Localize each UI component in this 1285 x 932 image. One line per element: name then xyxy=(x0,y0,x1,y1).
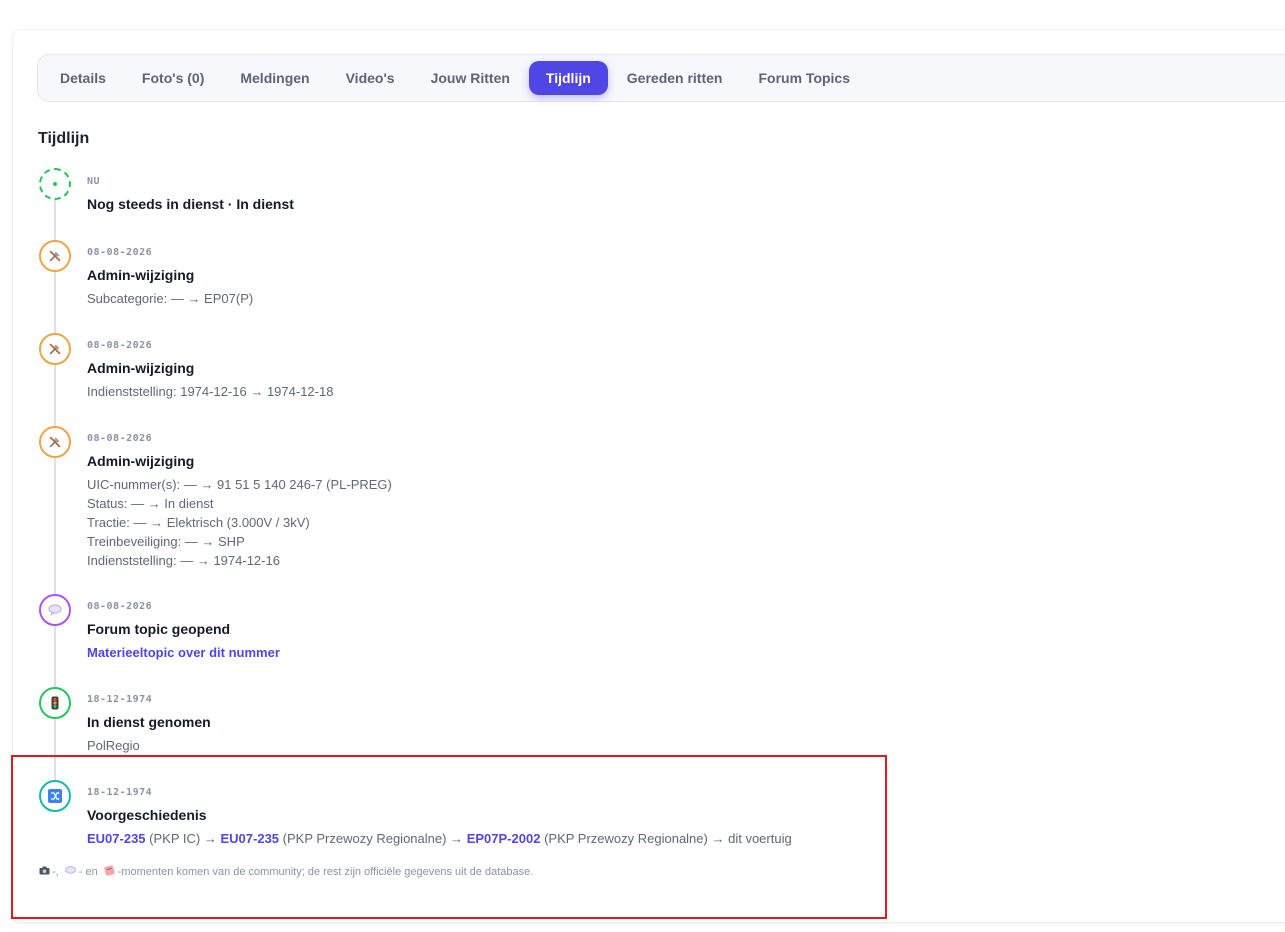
chain-tail: → dit voertuig xyxy=(711,831,792,846)
tab-details[interactable]: Details xyxy=(43,61,123,95)
footnote-separator: - en xyxy=(78,866,98,878)
event-date: 08-08-2026 xyxy=(87,433,153,444)
vehicle-link[interactable]: EP07P-2002 xyxy=(467,831,541,846)
traffic-light-icon xyxy=(39,687,71,719)
tab-driven-rides[interactable]: Gereden ritten xyxy=(610,61,740,95)
camera-icon xyxy=(38,866,50,878)
event-detail: UIC-nummer(s): — → 91 51 5 140 246-7 (PL… xyxy=(87,477,392,492)
event-detail: PolRegio xyxy=(87,738,140,753)
event-date: NU xyxy=(87,176,101,187)
tab-videos[interactable]: Video's xyxy=(329,61,412,95)
tab-reports[interactable]: Meldingen xyxy=(223,61,326,95)
tab-photos[interactable]: Foto's (0) xyxy=(125,61,221,95)
arrow: → xyxy=(450,831,464,846)
event-title: Voorgeschiedenis xyxy=(87,807,207,823)
shuffle-icon xyxy=(39,780,71,812)
speech-bubble-icon xyxy=(39,594,71,626)
arrow: → xyxy=(203,831,217,846)
history-chain: EU07-235 (PKP IC) → EU07-235 (PKP Przewo… xyxy=(87,829,987,848)
operator-label: (PKP Przewozy Regionalne) xyxy=(282,831,447,846)
speech-bubble-icon xyxy=(65,866,77,878)
tab-forum-topics[interactable]: Forum Topics xyxy=(741,61,867,95)
tab-your-rides[interactable]: Jouw Ritten xyxy=(414,61,527,95)
event-detail: Tractie: — → Elektrisch (3.000V / 3kV) xyxy=(87,515,310,530)
ticket-icon xyxy=(104,865,116,879)
event-title: Nog steeds in dienst · In dienst xyxy=(87,196,294,212)
footnote: -, - en -momenten komen van de community… xyxy=(38,865,533,879)
event-detail: Indienststelling: — → 1974-12-16 xyxy=(87,553,280,568)
now-dot-icon xyxy=(39,168,71,200)
event-date: 08-08-2026 xyxy=(87,601,153,612)
section-title: Tijdlijn xyxy=(38,130,90,147)
event-detail: Status: — → In dienst xyxy=(87,496,214,511)
tools-icon xyxy=(39,240,71,272)
event-title: In dienst genomen xyxy=(87,714,211,730)
vehicle-link[interactable]: EU07-235 xyxy=(87,831,146,846)
tab-bar: Details Foto's (0) Meldingen Video's Jou… xyxy=(37,54,1285,102)
footnote-separator: -, xyxy=(52,866,59,878)
tab-timeline[interactable]: Tijdlijn xyxy=(528,61,608,95)
event-detail: Indienststelling: 1974-12-16 → 1974-12-1… xyxy=(87,384,334,399)
event-date: 08-08-2026 xyxy=(87,247,153,258)
vehicle-link[interactable]: EU07-235 xyxy=(220,831,279,846)
event-title: Forum topic geopend xyxy=(87,621,231,637)
event-title: Admin-wijziging xyxy=(87,360,195,376)
event-title: Admin-wijziging xyxy=(87,453,195,469)
tools-icon xyxy=(39,426,71,458)
operator-label: (PKP IC) xyxy=(149,831,201,846)
event-date: 18-12-1974 xyxy=(87,787,153,798)
tools-icon xyxy=(39,333,71,365)
event-date: 08-08-2026 xyxy=(87,340,153,351)
footnote-text: -momenten komen van de community; de res… xyxy=(117,866,534,878)
forum-topic-link[interactable]: Materieeltopic over dit nummer xyxy=(87,643,280,662)
event-detail: Subcategorie: — → EP07(P) xyxy=(87,291,254,306)
operator-label: (PKP Przewozy Regionalne) xyxy=(544,831,708,846)
event-detail: Treinbeveiliging: — → SHP xyxy=(87,534,245,549)
event-date: 18-12-1974 xyxy=(87,694,153,705)
event-title: Admin-wijziging xyxy=(87,267,195,283)
